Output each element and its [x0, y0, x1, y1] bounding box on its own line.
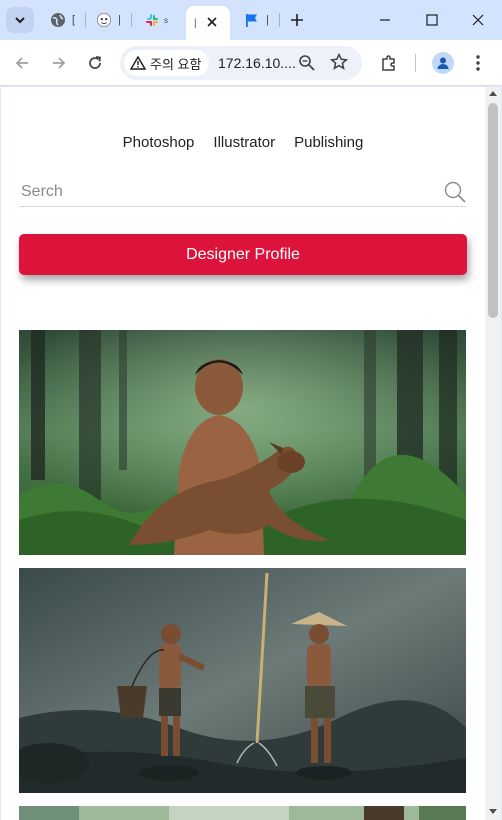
tab-5[interactable]: |: [236, 6, 280, 34]
photo-boys-fishing[interactable]: [19, 568, 466, 793]
nav-item-illustrator[interactable]: Illustrator: [213, 134, 275, 151]
tab-2[interactable]: |: [88, 6, 132, 34]
search-icon[interactable]: [443, 180, 467, 204]
warning-icon: [130, 56, 146, 70]
tab-search-button[interactable]: [6, 7, 34, 33]
reload-button[interactable]: [83, 51, 107, 75]
tab-4-label: |: [194, 17, 197, 29]
page-viewport: Photoshop Illustrator Publishing Designe…: [1, 87, 485, 820]
maximize-icon: [426, 14, 438, 26]
nav-item-photoshop[interactable]: Photoshop: [123, 134, 195, 151]
reload-icon: [89, 56, 101, 69]
close-tab-icon[interactable]: [207, 16, 217, 30]
search-bar: [19, 177, 467, 207]
bookmark-star-icon[interactable]: [329, 52, 349, 76]
zoom-icon[interactable]: [298, 54, 316, 77]
search-input[interactable]: [19, 180, 429, 204]
browser-menu-button[interactable]: [466, 51, 490, 75]
designer-profile-button[interactable]: Designer Profile: [19, 234, 467, 275]
slack-icon: [144, 12, 160, 28]
chevron-down-icon: [15, 17, 25, 24]
puzzle-icon: [382, 55, 395, 71]
nav-item-publishing[interactable]: Publishing: [294, 134, 363, 151]
person-icon: [437, 57, 449, 69]
scroll-up-arrow-icon[interactable]: [489, 91, 497, 96]
maximize-button[interactable]: [417, 8, 447, 32]
tab-4-active[interactable]: |: [186, 6, 230, 40]
address-bar[interactable]: 주의 요함 172.16.10....: [120, 46, 362, 80]
flag-icon: [244, 12, 260, 28]
security-label: 주의 요함: [150, 56, 202, 72]
tab-1-label: [: [72, 14, 76, 26]
tab-3-label: s: [164, 15, 168, 25]
tab-5-label: |: [266, 14, 269, 26]
arrow-left-icon: [15, 57, 28, 69]
browser-toolbar: 주의 요함 172.16.10....: [0, 40, 502, 86]
profile-avatar[interactable]: [432, 52, 454, 74]
tab-1[interactable]: [: [42, 6, 86, 34]
toolbar-divider: [415, 54, 416, 72]
scroll-down-arrow-icon[interactable]: [489, 809, 497, 814]
photo-partial[interactable]: [19, 806, 466, 820]
arrow-right-icon: [53, 57, 66, 69]
minimize-icon: [380, 19, 390, 21]
tab-3[interactable]: s: [136, 6, 180, 34]
extensions-button[interactable]: [377, 51, 401, 75]
page-scrollbar[interactable]: [485, 87, 501, 820]
close-window-button[interactable]: [463, 8, 493, 32]
ghost-icon: [96, 12, 112, 28]
forward-button[interactable]: [47, 51, 71, 75]
back-button[interactable]: [10, 51, 34, 75]
new-tab-button[interactable]: [282, 8, 312, 32]
globe-icon: [50, 12, 66, 28]
plus-icon: [291, 14, 303, 26]
close-icon: [472, 14, 484, 26]
tab-2-label: |: [118, 14, 121, 26]
minimize-button[interactable]: [370, 8, 400, 32]
kebab-menu-icon: [476, 55, 480, 71]
security-warning-chip[interactable]: 주의 요함: [124, 50, 210, 76]
category-nav: Photoshop Illustrator Publishing: [1, 134, 485, 151]
url-text: 172.16.10....: [218, 55, 296, 71]
scroll-thumb[interactable]: [488, 103, 498, 318]
photo-boy-with-goat[interactable]: [19, 330, 466, 555]
tab-strip: [ | s | |: [0, 0, 502, 40]
